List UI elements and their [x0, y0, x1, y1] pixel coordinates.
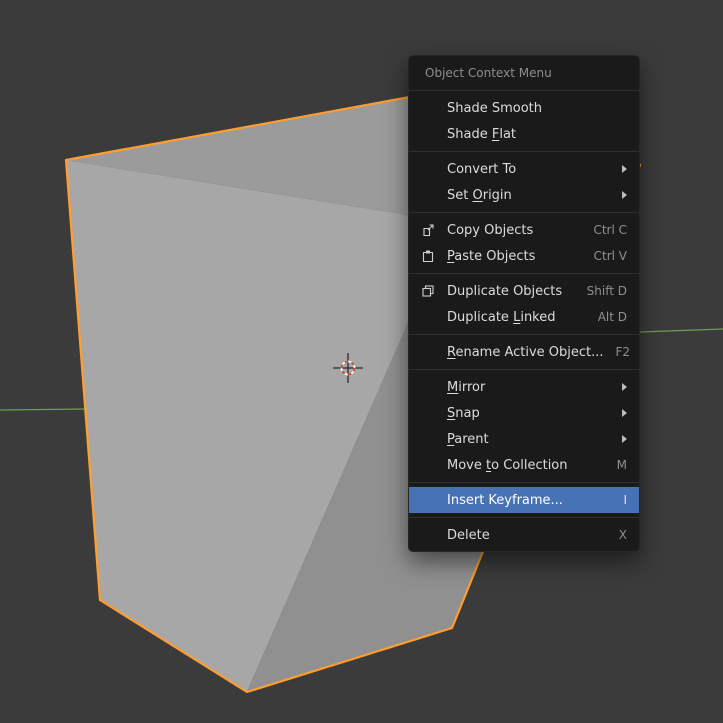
menu-item-label: Move to Collection: [447, 457, 568, 473]
menu-item-label: Parent: [447, 431, 489, 447]
shortcut-label: I: [623, 493, 627, 507]
menu-separator: [409, 334, 639, 335]
menu-item-mirror[interactable]: Mirror: [409, 374, 639, 400]
shortcut-label: X: [618, 528, 627, 542]
shortcut-label: Shift D: [586, 284, 627, 298]
menu-item-label: Paste Objects: [447, 248, 536, 264]
submenu-arrow-icon: [622, 383, 627, 391]
paste-icon: [421, 249, 447, 263]
menu-item-label: Copy Objects: [447, 222, 534, 238]
duplicate-icon: [421, 284, 447, 298]
menu-title: Object Context Menu: [425, 66, 552, 80]
menu-item-shade-smooth[interactable]: Shade Smooth: [409, 95, 639, 121]
axis-y-line-right: [639, 328, 723, 333]
menu-item-copy-objects[interactable]: Copy Objects Ctrl C: [409, 217, 639, 243]
menu-item-rename-active-object[interactable]: Rename Active Object... F2: [409, 339, 639, 365]
menu-item-label: Delete: [447, 527, 490, 543]
shortcut-label: F2: [615, 345, 631, 359]
menu-item-paste-objects[interactable]: Paste Objects Ctrl V: [409, 243, 639, 269]
menu-item-set-origin[interactable]: Set Origin: [409, 182, 639, 208]
copy-icon: [421, 223, 447, 237]
axis-y-line-left: [0, 408, 87, 411]
menu-separator: [409, 369, 639, 370]
menu-item-shade-flat[interactable]: Shade Flat: [409, 121, 639, 147]
menu-item-label: Set Origin: [447, 187, 512, 203]
menu-separator: [409, 482, 639, 483]
menu-item-insert-keyframe[interactable]: Insert Keyframe... I: [409, 487, 639, 513]
blender-3d-viewport: Object Context Menu Shade Smooth Shade F…: [0, 0, 723, 723]
menu-item-convert-to[interactable]: Convert To: [409, 156, 639, 182]
submenu-arrow-icon: [622, 165, 627, 173]
menu-item-duplicate-objects[interactable]: Duplicate Objects Shift D: [409, 278, 639, 304]
menu-item-label: Duplicate Linked: [447, 309, 556, 325]
submenu-arrow-icon: [622, 435, 627, 443]
menu-item-duplicate-linked[interactable]: Duplicate Linked Alt D: [409, 304, 639, 330]
menu-item-move-to-collection[interactable]: Move to Collection M: [409, 452, 639, 478]
menu-item-label: Shade Smooth: [447, 100, 542, 116]
submenu-arrow-icon: [622, 409, 627, 417]
menu-item-snap[interactable]: Snap: [409, 400, 639, 426]
menu-item-label: Mirror: [447, 379, 486, 395]
menu-item-label: Insert Keyframe...: [447, 492, 563, 508]
menu-separator: [409, 212, 639, 213]
menu-separator: [409, 90, 639, 91]
menu-item-label: Convert To: [447, 161, 517, 177]
object-context-menu: Object Context Menu Shade Smooth Shade F…: [408, 55, 640, 552]
menu-item-label: Snap: [447, 405, 480, 421]
shortcut-label: Alt D: [597, 310, 627, 324]
shortcut-label: Ctrl V: [593, 249, 627, 263]
shortcut-label: M: [616, 458, 627, 472]
shortcut-label: Ctrl C: [593, 223, 627, 237]
menu-item-parent[interactable]: Parent: [409, 426, 639, 452]
menu-separator: [409, 517, 639, 518]
menu-separator: [409, 151, 639, 152]
menu-item-label: Duplicate Objects: [447, 283, 563, 299]
menu-separator: [409, 273, 639, 274]
menu-item-delete[interactable]: Delete X: [409, 522, 639, 548]
menu-item-label: Shade Flat: [447, 126, 517, 142]
submenu-arrow-icon: [622, 191, 627, 199]
menu-item-label: Rename Active Object...: [447, 344, 604, 360]
